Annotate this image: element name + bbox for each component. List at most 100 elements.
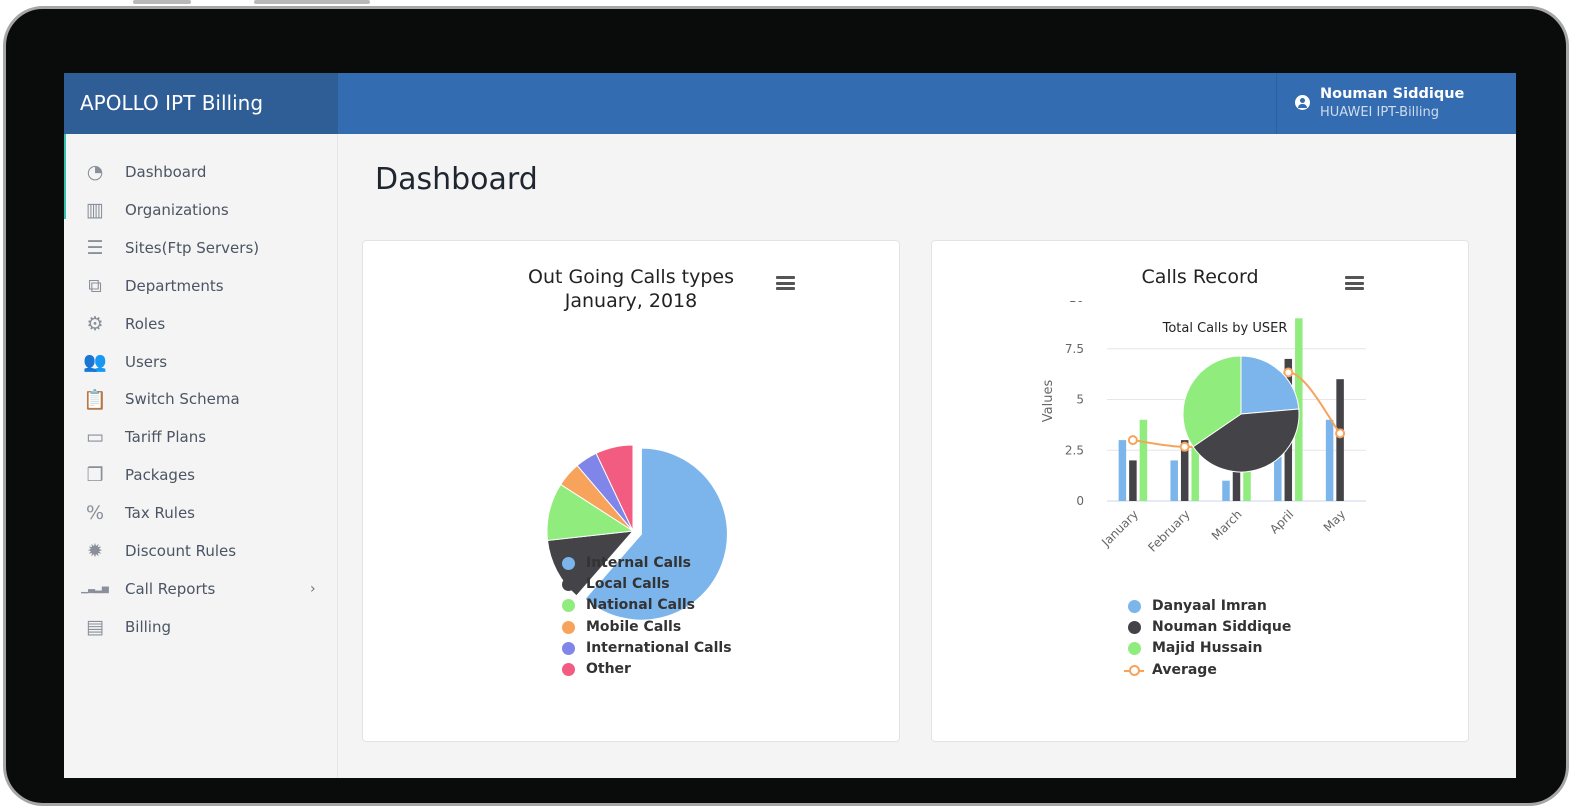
x-tick-label: January	[1098, 507, 1141, 550]
chart-title: Calls Record	[1141, 266, 1259, 288]
legend-dot	[1128, 642, 1141, 656]
sidebar-item-label: Sites(Ftp Servers)	[125, 238, 260, 257]
sidebar-item-label: Organizations	[125, 200, 229, 219]
legend-dot	[562, 557, 575, 570]
legend-label: Majid Hussain	[1152, 640, 1263, 657]
x-tick-label: March	[1209, 507, 1245, 543]
app-title[interactable]: APOLLO IPT Billing	[64, 73, 338, 134]
sidebar-item-call-reports[interactable]: ▁▃▂▅ Call Reports ›	[64, 571, 337, 607]
sidebar-item-tariff-plans[interactable]: ▭ Tariff Plans	[64, 419, 337, 455]
percent-icon: %	[85, 502, 105, 525]
top-bar: APOLLO IPT Billing Nouman Siddique HUAWE…	[64, 73, 1516, 134]
bar-majid-hussain-january[interactable]	[1139, 419, 1148, 501]
average-point-february[interactable]	[1179, 441, 1190, 452]
legend-item-nouman-siddique[interactable]: Nouman Siddique	[1128, 617, 1291, 638]
legend-label: Mobile Calls	[586, 618, 682, 635]
sidebar-item-label: Billing	[125, 617, 171, 636]
legend-dot	[562, 599, 575, 613]
average-point-april[interactable]	[1283, 367, 1294, 378]
y-tick-label: 7.5	[1065, 342, 1084, 356]
sidebar-item-organizations[interactable]: ▥ Organizations	[64, 192, 337, 228]
y-axis-label: Values	[1041, 380, 1056, 423]
sidebar-item-sites-ftp-servers[interactable]: ☰ Sites(Ftp Servers)	[64, 230, 337, 266]
sidebar-item-dashboard[interactable]: ◔ Dashboard	[64, 154, 337, 190]
sidebar-item-billing[interactable]: ▤ Billing	[64, 609, 337, 645]
legend-item-local-calls[interactable]: Local Calls	[562, 574, 732, 595]
average-point-january[interactable]	[1127, 435, 1138, 446]
legend-label: Other	[586, 660, 631, 677]
clipboard-list-icon: 📋	[83, 388, 107, 411]
legend-dot	[562, 662, 575, 676]
sidebar-item-label: Call Reports	[125, 579, 216, 598]
y-tick-label: 2.5	[1065, 443, 1084, 457]
legend-ring-marker	[1129, 664, 1140, 676]
bar-nouman-siddique-may[interactable]	[1336, 379, 1344, 501]
certificate-icon: ✹	[87, 540, 103, 562]
user-menu[interactable]: Nouman Siddique HUAWEI IPT-Billing	[1276, 73, 1516, 134]
legend-label: Danyaal Imran	[1152, 598, 1267, 614]
sidebar-item-label: Tax Rules	[125, 504, 195, 523]
legend-item-internal-calls[interactable]: Internal Calls	[562, 553, 732, 574]
user-organization: HUAWEI IPT-Billing	[1320, 105, 1440, 120]
bar-danyaal-imran-march[interactable]	[1222, 480, 1230, 501]
sidebar-item-packages[interactable]: ❒ Packages	[64, 457, 337, 493]
sidebar-item-label: Tariff Plans	[125, 428, 207, 447]
bar-danyaal-imran-february[interactable]	[1170, 460, 1178, 501]
device-button	[133, 0, 191, 4]
sidebar-item-switch-schema[interactable]: 📋 Switch Schema	[64, 381, 337, 417]
sidebar-item-label: Switch Schema	[125, 390, 240, 409]
chart-subtitle: January, 2018	[564, 290, 698, 312]
legend-dot	[562, 578, 575, 592]
sidebar-item-roles[interactable]: ⚙ Roles	[64, 306, 337, 342]
legend-label: International Calls	[586, 639, 732, 656]
chevron-right-icon[interactable]: ›	[310, 581, 316, 597]
legend-label: Internal Calls	[586, 555, 692, 571]
legend-item-majid-hussain[interactable]: Majid Hussain	[1128, 638, 1291, 659]
bar-nouman-siddique-january[interactable]	[1129, 460, 1137, 501]
legend-item-national-calls[interactable]: National Calls	[562, 595, 732, 616]
chart-title: Out Going Calls types	[527, 266, 734, 288]
outgoing-calls-card: Out Going Calls types January, 2018 Inte…	[362, 240, 900, 742]
server-icon: ☰	[86, 236, 104, 259]
bar-danyaal-imran-january[interactable]	[1118, 440, 1127, 501]
sidebar-item-discount-rules[interactable]: ✹ Discount Rules	[64, 533, 337, 569]
legend-label: Average	[1152, 661, 1217, 678]
user-name: Nouman Siddique	[1320, 86, 1465, 102]
sidebar-item-departments[interactable]: ⧉ Departments	[64, 268, 337, 304]
average-point-may[interactable]	[1335, 428, 1346, 439]
sidebar-item-label: Packages	[125, 466, 195, 485]
sidebar-item-label: Users	[125, 352, 168, 371]
legend-item-danyaal-imran[interactable]: Danyaal Imran	[1128, 596, 1291, 617]
inset-pie-title: Total Calls by USER	[1162, 321, 1288, 336]
chart-menu-icon[interactable]	[776, 276, 795, 290]
sidebar-item-label: Discount Rules	[125, 542, 237, 560]
calls-record-chart: 0 2.5 5 7.5 10 Values JanuaryFebruary March Apri…	[1041, 301, 1366, 555]
users-cog-icon: ⚙	[86, 312, 104, 335]
ticket-icon: ▭	[86, 426, 104, 449]
legend-item-international-calls[interactable]: International Calls	[562, 638, 732, 659]
sidebar-item-users[interactable]: 👥 Users	[64, 344, 337, 380]
building-icon: ▥	[86, 198, 104, 221]
legend-label: Local Calls	[586, 576, 670, 593]
app-screen: APOLLO IPT Billing Nouman Siddique HUAWE…	[64, 73, 1516, 778]
legend-item-average[interactable]: Average	[1124, 660, 1291, 681]
legend-dot	[562, 641, 575, 655]
chart-bar-icon: ▁▃▂▅	[81, 583, 109, 594]
receipt-icon: ▤	[86, 615, 104, 638]
sidebar-item-tax-rules[interactable]: % Tax Rules	[64, 495, 337, 531]
device-button	[254, 0, 370, 4]
y-tick-label: 10	[1069, 301, 1084, 305]
calls-record-card: Calls Record 0 2.5 5 7.5 10 Values JanuaryFebr…	[931, 240, 1469, 742]
legend-dot	[1128, 600, 1141, 613]
combo-legend: Danyaal Imran Nouman Siddique Majid Hussai…	[1124, 596, 1291, 681]
legend-item-other[interactable]: Other	[562, 659, 732, 680]
bar-danyaal-imran-may[interactable]	[1325, 419, 1334, 501]
sidebar-item-label: Roles	[125, 314, 166, 333]
sidebar: ◔ Dashboard ▥ Organizations ☰ Sites(Ftp Serve…	[64, 134, 338, 778]
user-circle-icon	[1295, 95, 1310, 110]
users-icon: 👥	[83, 351, 107, 373]
legend-item-mobile-calls[interactable]: Mobile Calls	[562, 617, 732, 638]
chart-menu-icon[interactable]	[1345, 276, 1364, 290]
cubes-icon: ❒	[86, 464, 104, 487]
tachometer-icon: ◔	[86, 161, 104, 183]
